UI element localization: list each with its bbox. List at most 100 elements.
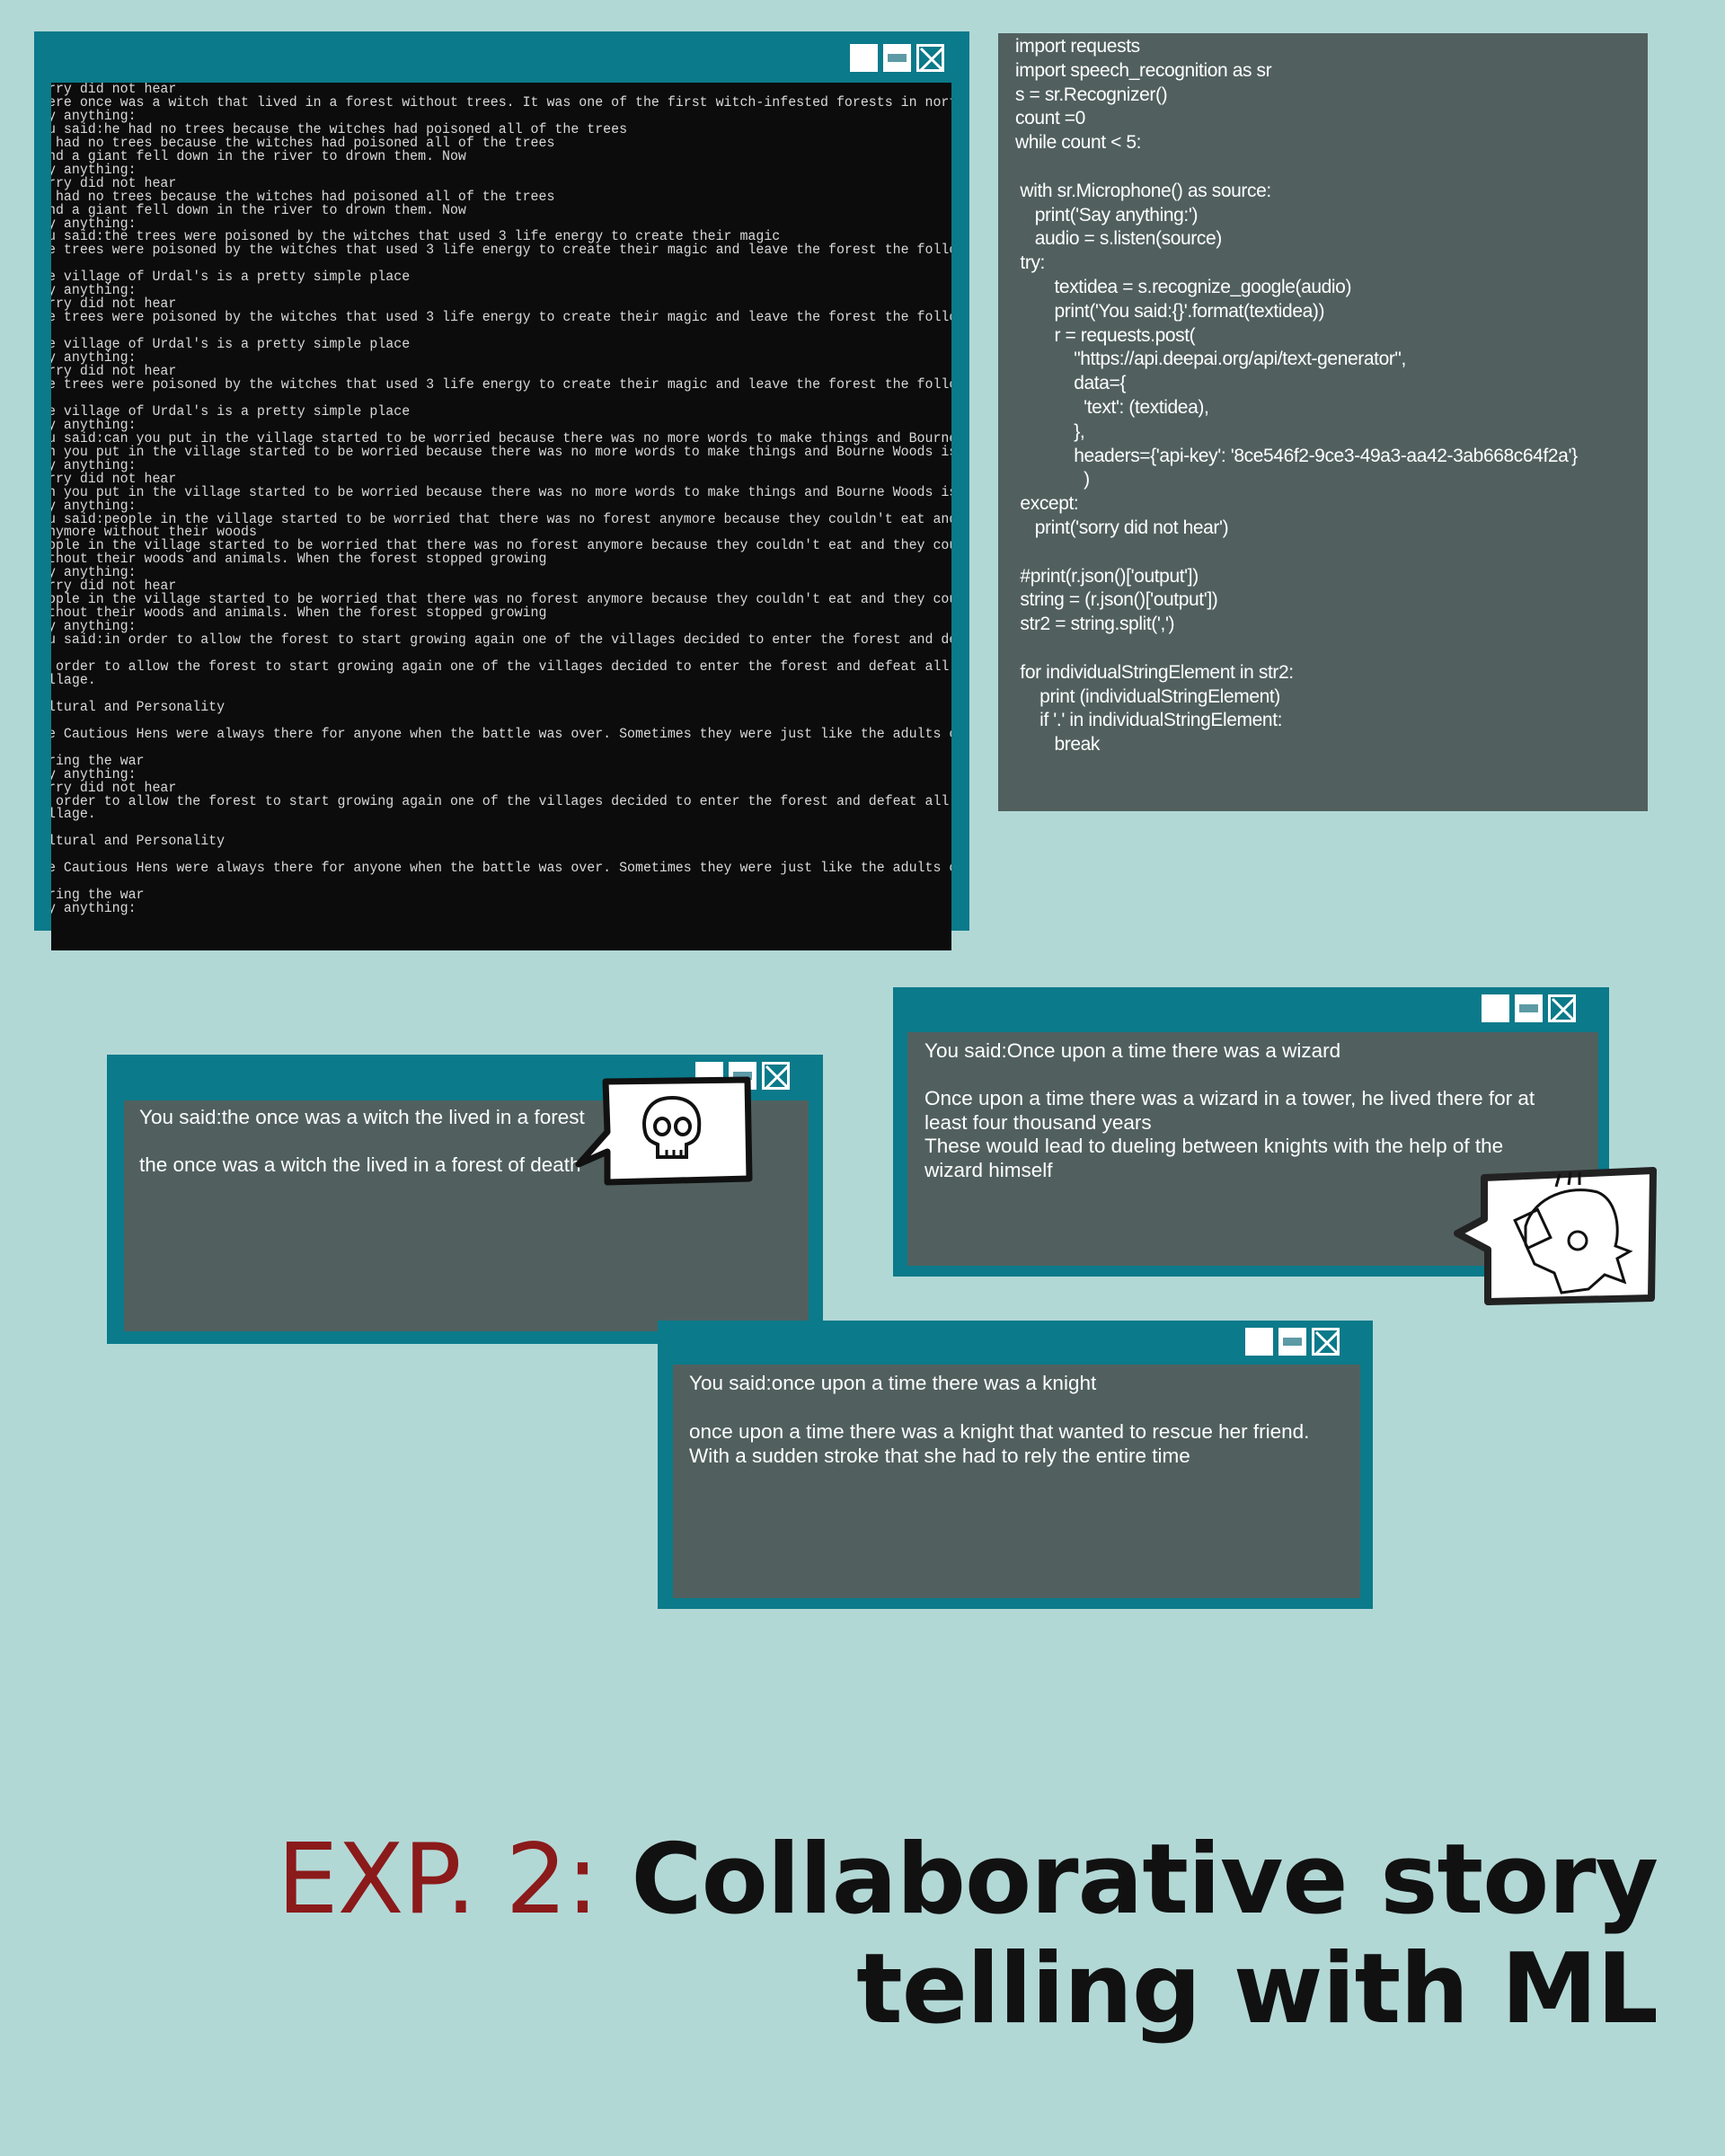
code-line: for individualStringElement in str2:	[1015, 661, 1294, 683]
code-line: textidea = s.recognize_google(audio)	[1015, 276, 1352, 297]
code-line: count =0	[1015, 108, 1085, 129]
terminal-text: rry did not hearere once was a witch tha…	[51, 83, 951, 915]
user-said-text: You said:the once was a witch the lived …	[139, 1106, 585, 1128]
skull-icon	[575, 1076, 753, 1186]
minimize-button[interactable]	[1278, 1328, 1306, 1356]
terminal-line: ring the war	[51, 752, 145, 769]
window-controls	[850, 44, 944, 72]
terminal-line: order to allow the forest to start growi…	[55, 792, 950, 809]
knight-helmet-icon	[1454, 1167, 1657, 1305]
terminal-line: nd a giant fell down in the river to dro…	[51, 201, 466, 218]
maximize-button[interactable]	[850, 44, 878, 72]
code-line: while count < 5:	[1015, 132, 1142, 154]
maximize-button[interactable]	[1482, 994, 1509, 1022]
terminal-line: y anything:	[51, 456, 137, 473]
code-line: )	[1015, 469, 1090, 490]
terminal-line: y anything:	[51, 900, 137, 917]
window-controls	[1245, 1328, 1340, 1356]
user-said-text: You said:Once upon a time there was a wi…	[924, 1039, 1341, 1062]
terminal-line: y anything:	[51, 349, 137, 367]
window-controls	[1482, 994, 1576, 1022]
code-line: try:	[1015, 252, 1045, 274]
code-line: print('Say anything:')	[1015, 204, 1199, 225]
code-line: audio = s.listen(source)	[1015, 228, 1223, 250]
terminal-line: nd a giant fell down in the river to dro…	[51, 147, 466, 164]
code-text: import requests import speech_recognition…	[1015, 35, 1578, 757]
code-line: break	[1015, 734, 1101, 755]
terminal-line: llage.	[51, 806, 96, 823]
code-line: string = (r.json()['output'])	[1015, 589, 1218, 611]
terminal-line: e village of Urdal's is a pretty simple …	[51, 269, 411, 286]
close-button[interactable]	[1548, 994, 1576, 1022]
terminal-line: n you put in the village started to be w…	[51, 443, 951, 460]
minimize-button[interactable]	[883, 44, 911, 72]
code-line: print('sorry did not hear')	[1015, 517, 1229, 538]
close-icon	[765, 1065, 790, 1090]
minimize-button[interactable]	[1515, 994, 1543, 1022]
code-line: print (individualStringElement)	[1015, 685, 1280, 707]
title-accent: EXP. 2:	[277, 1824, 598, 1936]
terminal-line: e Cautious Hens were always there for an…	[51, 860, 951, 877]
code-line: print('You said:{}'.format(textidea))	[1015, 300, 1325, 322]
code-line: except:	[1015, 493, 1079, 515]
story-window-knight: You said:once upon a time there was a kn…	[658, 1321, 1373, 1609]
code-line: import speech_recognition as sr	[1015, 59, 1272, 81]
code-line: },	[1015, 420, 1085, 442]
code-panel: import requests import speech_recognition…	[998, 33, 1648, 811]
terminal-line: llage.	[51, 671, 96, 688]
terminal-line: thout their woods and animals. When the …	[51, 605, 547, 622]
generated-story-text: Once upon a time there was a wizard in a…	[924, 1087, 1535, 1181]
page-title-line2: telling with ML	[856, 1933, 1659, 2046]
close-icon	[1314, 1330, 1340, 1356]
terminal-line: order to allow the forest to start growi…	[55, 658, 950, 675]
terminal-line: ltural and Personality	[51, 698, 226, 715]
page-title-line1: EXP. 2: Collaborative story	[277, 1824, 1659, 1936]
terminal-output[interactable]: rry did not hearere once was a witch tha…	[51, 83, 951, 950]
terminal-line: e trees were poisoned by the witches tha…	[51, 309, 951, 326]
terminal-line: ere once was a witch that lived in a for…	[51, 93, 951, 110]
terminal-line: y anything:	[51, 765, 137, 782]
code-line: str2 = string.split(',')	[1015, 614, 1175, 635]
terminal-window: rry did not hearere once was a witch tha…	[34, 31, 969, 950]
code-line: data={	[1015, 373, 1126, 394]
code-line: import requests	[1015, 36, 1140, 57]
terminal-line: e village of Urdal's is a pretty simple …	[51, 402, 411, 420]
terminal-line: y anything:	[51, 161, 137, 178]
code-line: "https://api.deepai.org/api/text-generat…	[1015, 349, 1406, 370]
terminal-line: u said:in order to allow the forest to s…	[51, 632, 951, 649]
generated-story-text: once upon a time there was a knight that…	[689, 1420, 1310, 1467]
code-line: headers={'api-key': '8ce546f2-9ce3-49a3-…	[1015, 445, 1578, 466]
terminal-line: ltural and Personality	[51, 833, 226, 850]
title-text-1: Collaborative story	[631, 1824, 1659, 1936]
code-line: s = sr.Recognizer()	[1015, 84, 1168, 105]
user-said-text: You said:once upon a time there was a kn…	[689, 1372, 1097, 1394]
terminal-line: thout their woods and animals. When the …	[51, 551, 547, 568]
code-line: r = requests.post(	[1015, 324, 1196, 346]
terminal-line: e trees were poisoned by the witches tha…	[51, 376, 951, 393]
terminal-line: y anything:	[51, 564, 137, 581]
terminal-line: n you put in the village started to be w…	[51, 483, 951, 500]
close-icon	[919, 47, 944, 72]
terminal-line: y anything:	[51, 282, 137, 299]
code-line: if '.' in individualStringElement:	[1015, 710, 1283, 731]
generated-story-text: the once was a witch the lived in a fore…	[139, 1153, 581, 1176]
close-button[interactable]	[1312, 1328, 1340, 1356]
terminal-line: e Cautious Hens were always there for an…	[51, 725, 951, 742]
terminal-line: e village of Urdal's is a pretty simple …	[51, 336, 411, 353]
story-panel: You said:once upon a time there was a kn…	[673, 1365, 1360, 1598]
close-icon	[1551, 997, 1576, 1022]
code-line: with sr.Microphone() as source:	[1015, 180, 1271, 201]
terminal-line: ring the war	[51, 887, 145, 904]
terminal-line: e trees were poisoned by the witches tha…	[51, 242, 951, 259]
title-text-2: telling with ML	[856, 1933, 1659, 2046]
code-line: #print(r.json()['output'])	[1015, 565, 1199, 587]
close-button[interactable]	[762, 1062, 790, 1090]
code-line: 'text': (textidea),	[1015, 396, 1209, 418]
maximize-button[interactable]	[1245, 1328, 1273, 1356]
close-button[interactable]	[916, 44, 944, 72]
